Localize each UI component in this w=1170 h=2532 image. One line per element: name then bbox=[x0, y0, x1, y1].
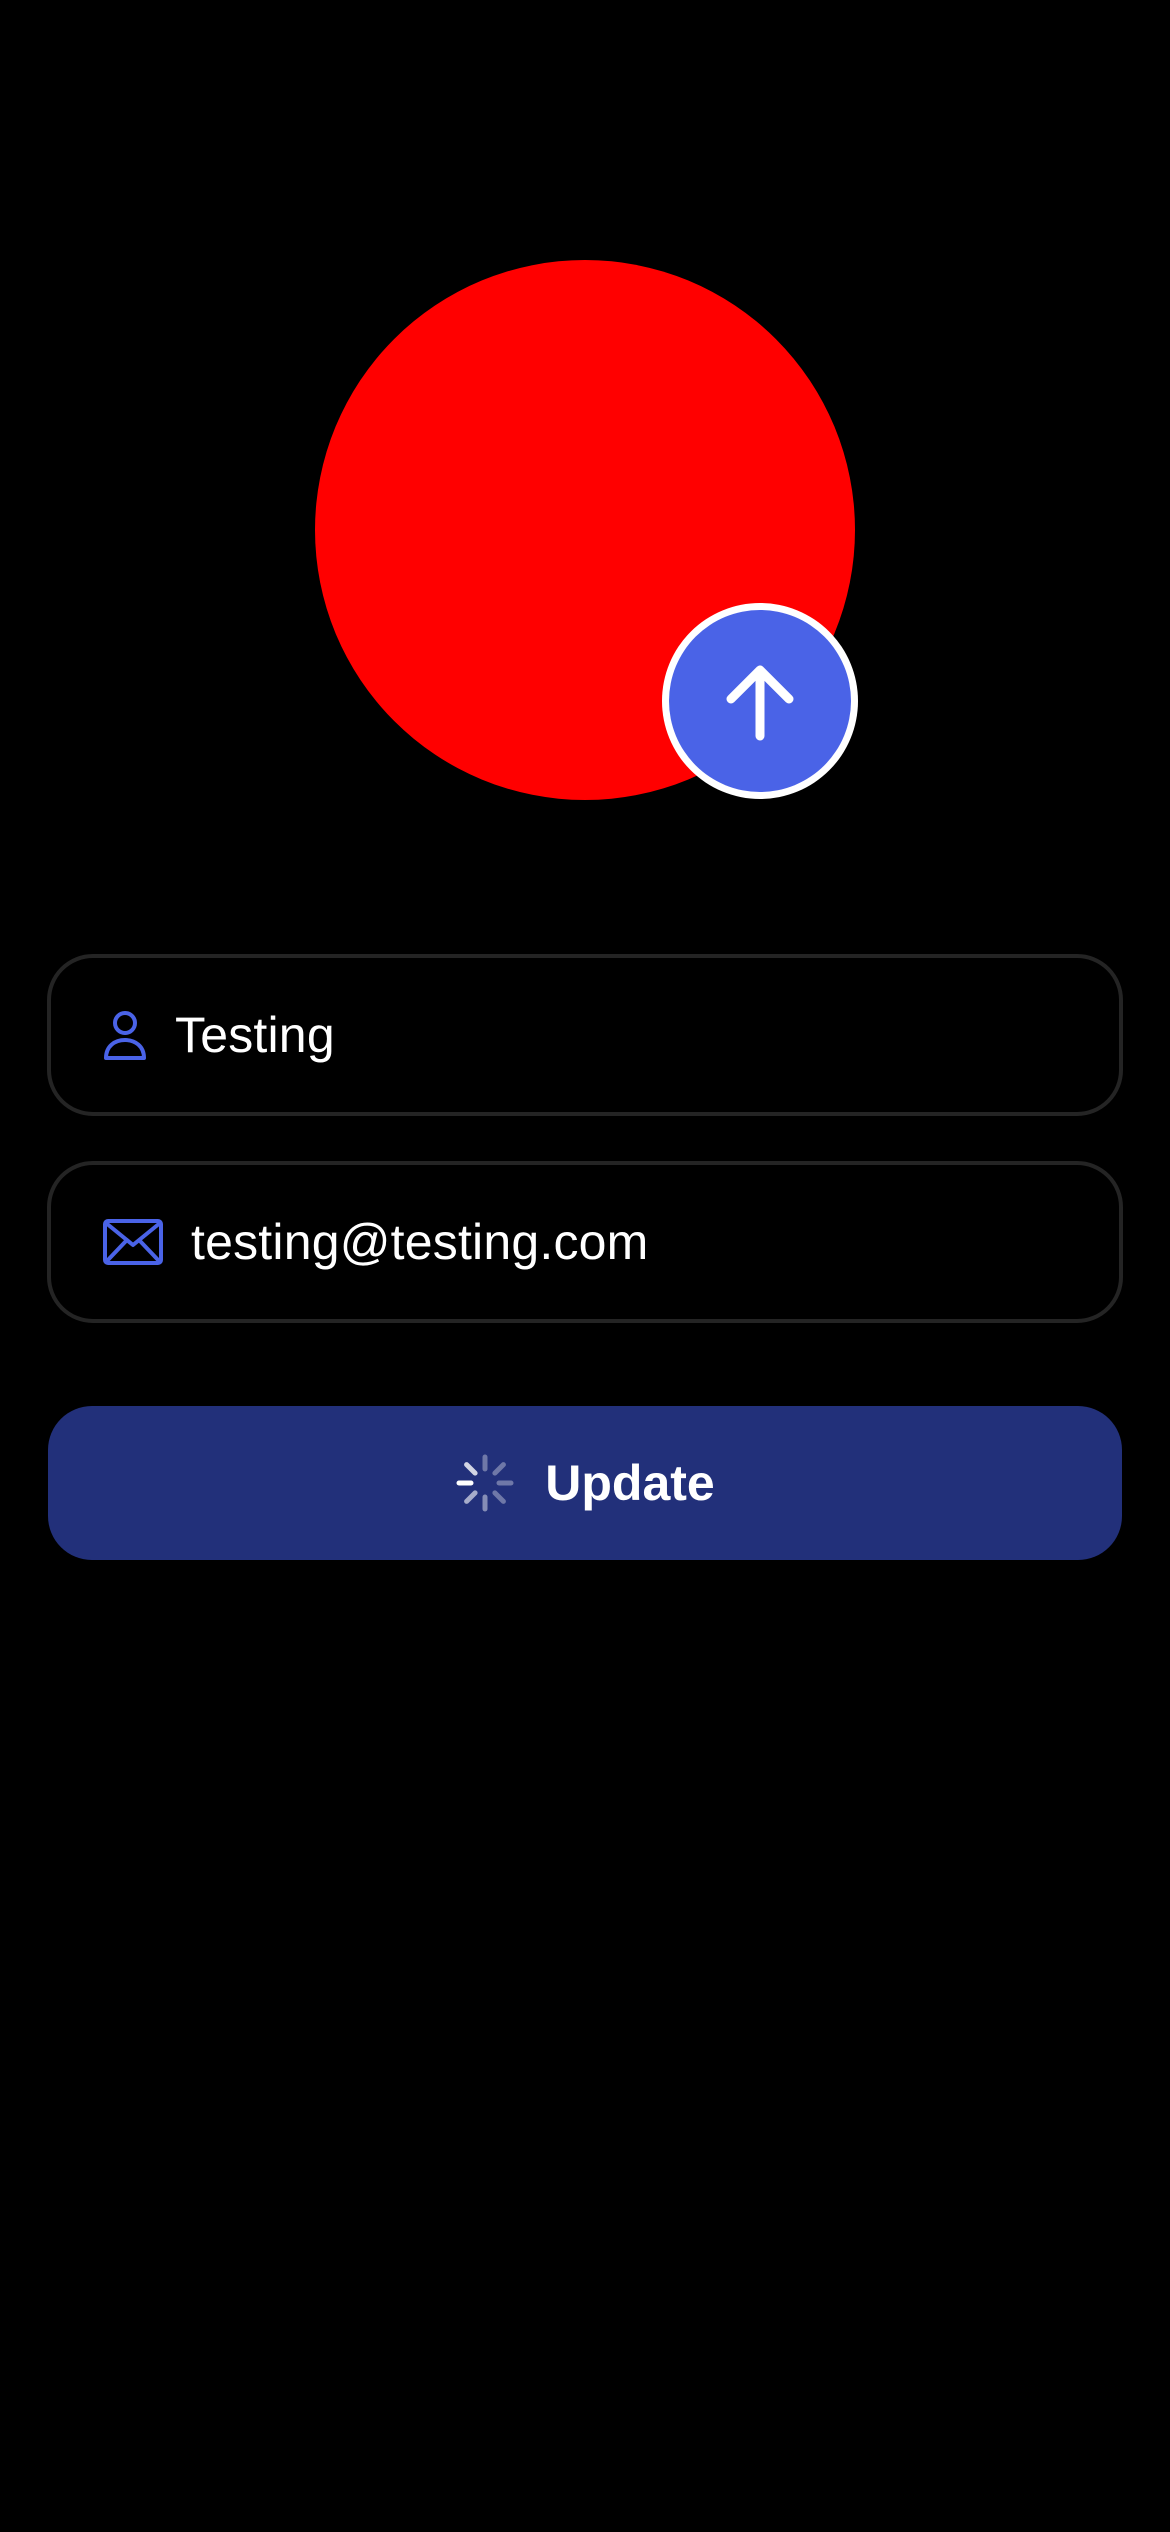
arrow-up-icon bbox=[726, 665, 794, 741]
loading-spinner-icon bbox=[456, 1454, 514, 1512]
update-button-label: Update bbox=[545, 1455, 715, 1511]
update-button[interactable]: Update bbox=[48, 1406, 1122, 1560]
person-icon bbox=[103, 1009, 147, 1061]
upload-avatar-button[interactable] bbox=[662, 603, 858, 799]
email-input[interactable]: testing@testing.com bbox=[191, 1217, 649, 1267]
name-input[interactable]: Testing bbox=[175, 1010, 335, 1060]
upload-button-circle bbox=[669, 610, 851, 792]
name-field[interactable]: Testing bbox=[47, 954, 1123, 1116]
profile-screen: Testing testing@testing.com Update bbox=[0, 0, 1170, 2532]
envelope-icon bbox=[103, 1219, 163, 1265]
email-field[interactable]: testing@testing.com bbox=[47, 1161, 1123, 1323]
